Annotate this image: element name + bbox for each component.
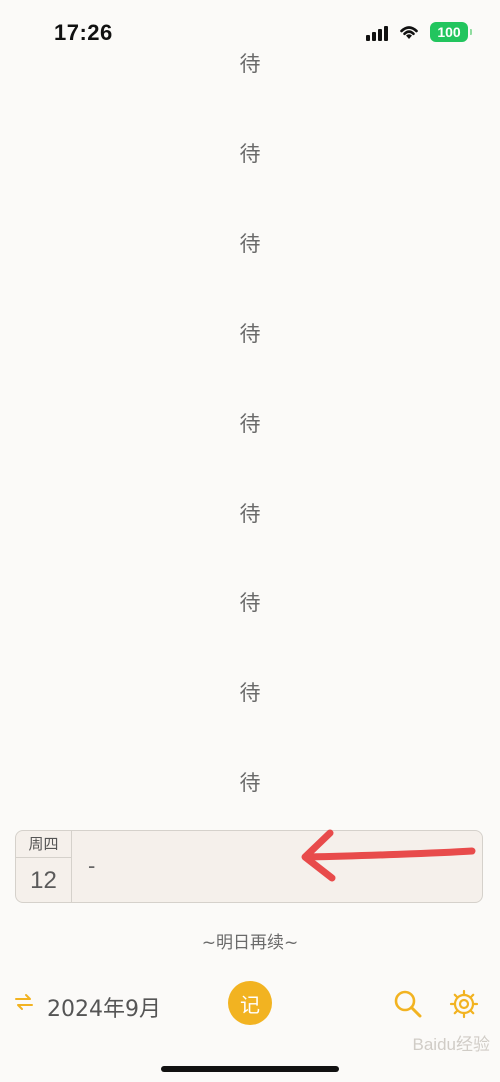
timeline-item[interactable]: 待 <box>0 498 500 528</box>
timeline-item[interactable]: 待 <box>0 228 500 258</box>
timeline-item[interactable]: 待 <box>0 408 500 438</box>
day-number: 12 <box>30 867 57 894</box>
search-icon[interactable] <box>392 988 424 1020</box>
today-entry-card[interactable]: 周四 12 - <box>15 830 483 903</box>
timeline-item[interactable]: 待 <box>0 677 500 707</box>
weekday-label: 周四 <box>16 831 71 858</box>
continue-tomorrow-text: ~明日再续~ <box>201 933 299 953</box>
home-indicator <box>161 1066 339 1072</box>
entry-text[interactable]: - <box>88 853 95 879</box>
date-box: 周四 12 <box>16 831 72 902</box>
timeline-list[interactable]: 待 待 待 待 待 待 待 待 待 <box>0 0 500 820</box>
swap-icon[interactable] <box>13 991 35 1013</box>
record-button[interactable]: 记 <box>228 981 272 1025</box>
timeline-item[interactable]: 待 <box>0 767 500 797</box>
timeline-item[interactable]: 待 <box>0 318 500 348</box>
month-selector[interactable]: 2024年9月 <box>47 991 161 1023</box>
timeline-item[interactable]: 待 <box>0 138 500 168</box>
bottom-toolbar: 2024年9月 记 <box>0 975 500 1035</box>
timeline-item[interactable]: 待 <box>0 48 500 78</box>
watermark: Baidu经验 <box>412 1035 490 1054</box>
settings-icon[interactable] <box>448 988 480 1020</box>
timeline-item[interactable]: 待 <box>0 587 500 617</box>
